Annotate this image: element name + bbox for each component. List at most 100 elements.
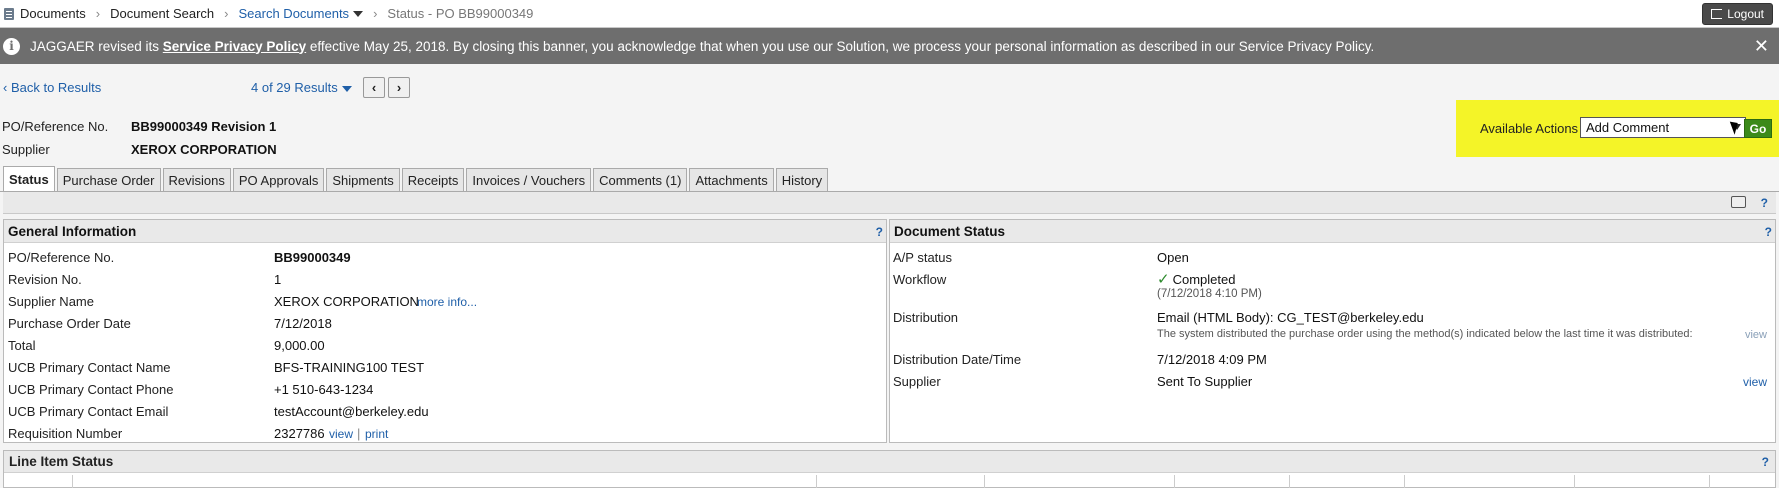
close-icon[interactable]: ✕ xyxy=(1754,36,1769,57)
distribution-date-value: 7/12/2018 4:09 PM xyxy=(1157,352,1267,367)
supplier-status-label: Supplier xyxy=(893,374,941,389)
more-info-link[interactable]: more info... xyxy=(417,295,477,309)
banner-text: JAGGAER revised its Service Privacy Poli… xyxy=(30,39,1374,54)
help-icon[interactable]: ? xyxy=(876,225,883,239)
requisition-view-link[interactable]: view xyxy=(329,427,353,441)
po-reference-value: BB99000349 xyxy=(274,250,351,265)
supplier-status-value: Sent To Supplier xyxy=(1157,374,1253,389)
tab-po-approvals[interactable]: PO Approvals xyxy=(232,168,325,191)
contact-email-value: testAccount@berkeley.edu xyxy=(274,404,429,419)
breadcrumb-separator: › xyxy=(224,6,229,21)
available-actions-select[interactable]: Add Comment xyxy=(1580,117,1746,138)
supplier-view-link[interactable]: view xyxy=(1743,375,1767,389)
tab-purchase-order[interactable]: Purchase Order xyxy=(56,168,161,191)
caret-down-icon xyxy=(341,85,352,92)
tab-attachments[interactable]: Attachments xyxy=(689,168,774,191)
workflow-date: (7/12/2018 4:10 PM) xyxy=(1157,288,1262,300)
general-information-panel: General Information ? PO/Reference No. B… xyxy=(3,219,887,443)
logout-button[interactable]: Logout xyxy=(1702,3,1773,25)
distribution-view-link[interactable]: view xyxy=(1745,329,1767,341)
breadcrumb-documents[interactable]: Documents xyxy=(20,0,86,28)
available-actions-selected: Add Comment xyxy=(1586,120,1670,135)
document-status-panel: Document Status ? A/P status Open Workfl… xyxy=(889,219,1776,443)
logout-label: Logout xyxy=(1727,7,1764,21)
workflow-value: ✓ Completed xyxy=(1157,270,1235,288)
contact-name-label: UCB Primary Contact Name xyxy=(8,360,171,375)
logout-icon xyxy=(1711,9,1723,19)
column-divider xyxy=(1574,475,1575,488)
column-divider xyxy=(984,475,985,488)
column-divider xyxy=(1174,475,1175,488)
purchase-order-date-label: Purchase Order Date xyxy=(8,316,131,331)
privacy-banner: i JAGGAER revised its Service Privacy Po… xyxy=(0,28,1779,64)
column-divider xyxy=(816,475,817,488)
available-actions-panel: Available Actions Add Comment Go xyxy=(1456,100,1779,157)
requisition-print-link[interactable]: print xyxy=(365,427,388,441)
purchase-order-date-value: 7/12/2018 xyxy=(274,316,332,331)
info-icon: i xyxy=(3,37,20,55)
back-to-results-label: Back to Results xyxy=(10,80,102,95)
available-actions-label: Available Actions xyxy=(1480,121,1579,136)
ap-status-value: Open xyxy=(1157,250,1189,265)
tab-comments[interactable]: Comments (1) xyxy=(593,168,688,191)
breadcrumb-separator: › xyxy=(373,6,378,21)
tab-history[interactable]: History xyxy=(775,168,829,191)
help-icon[interactable]: ? xyxy=(1765,225,1772,239)
supplier-name-value: XEROX CORPORATION xyxy=(274,294,419,309)
column-divider xyxy=(72,475,73,488)
tab-shipments[interactable]: Shipments xyxy=(326,168,400,191)
supplier-label: Supplier xyxy=(2,142,50,157)
tab-revisions[interactable]: Revisions xyxy=(162,168,231,191)
link-divider: | xyxy=(357,426,361,441)
distribution-note: The system distributed the purchase orde… xyxy=(1157,328,1693,340)
supplier-value: XEROX CORPORATION xyxy=(131,142,277,157)
po-reference-value: BB99000349 Revision 1 xyxy=(131,119,277,134)
distribution-date-label: Distribution Date/Time xyxy=(893,352,1022,367)
contact-phone-value: +1 510-643-1234 xyxy=(274,382,374,397)
general-information-title-text: General Information xyxy=(8,224,137,239)
column-divider xyxy=(1404,475,1405,488)
breadcrumb-separator: › xyxy=(95,6,101,21)
contact-email-label: UCB Primary Contact Email xyxy=(8,404,169,419)
contact-phone-label: UCB Primary Contact Phone xyxy=(8,382,174,397)
ap-status-label: A/P status xyxy=(893,250,953,265)
line-item-status-title-text: Line Item Status xyxy=(9,454,114,469)
column-divider xyxy=(1289,475,1290,488)
contact-name-value: BFS-TRAINING100 TEST xyxy=(274,360,425,375)
banner-prefix: JAGGAER revised its xyxy=(30,38,163,54)
line-item-status-panel: Line Item Status ? xyxy=(3,450,1776,488)
distribution-label: Distribution xyxy=(893,310,959,325)
previous-result-button[interactable]: ‹ xyxy=(363,77,385,98)
breadcrumb: Documents › Document Search › Search Doc… xyxy=(0,0,1779,28)
results-dropdown[interactable]: 4 of 29 Results xyxy=(251,80,352,95)
general-information-title: General Information xyxy=(4,220,886,243)
back-to-results-link[interactable]: ‹ Back to Results xyxy=(3,80,101,95)
document-tabs: Status Purchase Order Revisions PO Appro… xyxy=(3,166,830,192)
total-label: Total xyxy=(8,338,36,353)
po-reference-label: PO/Reference No. xyxy=(2,119,109,134)
help-icon[interactable]: ? xyxy=(1762,455,1769,469)
requisition-number-label: Requisition Number xyxy=(8,426,123,441)
breadcrumb-document-search[interactable]: Document Search xyxy=(110,0,214,28)
workflow-status: Completed xyxy=(1172,272,1236,287)
documents-icon xyxy=(4,7,14,20)
help-icon[interactable]: ? xyxy=(1761,196,1768,210)
distribution-value: Email (HTML Body): CG_TEST@berkeley.edu xyxy=(1157,310,1424,325)
po-reference-label: PO/Reference No. xyxy=(8,250,115,265)
workflow-label: Workflow xyxy=(893,272,947,287)
tab-invoices-vouchers[interactable]: Invoices / Vouchers xyxy=(466,168,592,191)
go-button[interactable]: Go xyxy=(1744,119,1772,138)
results-count: 4 of 29 Results xyxy=(251,80,338,95)
breadcrumb-search-documents[interactable]: Search Documents xyxy=(239,0,364,28)
printer-icon[interactable] xyxy=(1731,196,1746,208)
results-navigation: ‹ Back to Results 4 of 29 Results ‹ › xyxy=(0,76,1779,100)
breadcrumb-current: Status - PO BB99000349 xyxy=(387,6,534,21)
tab-receipts[interactable]: Receipts xyxy=(401,168,465,191)
requisition-number-value: 2327786 xyxy=(274,426,325,441)
total-value: 9,000.00 xyxy=(274,338,325,353)
tab-status[interactable]: Status xyxy=(3,166,55,191)
next-result-button[interactable]: › xyxy=(388,77,410,98)
supplier-name-label: Supplier Name xyxy=(8,294,94,309)
privacy-policy-link[interactable]: Service Privacy Policy xyxy=(163,39,306,54)
tab-toolbar: ? xyxy=(3,192,1776,214)
